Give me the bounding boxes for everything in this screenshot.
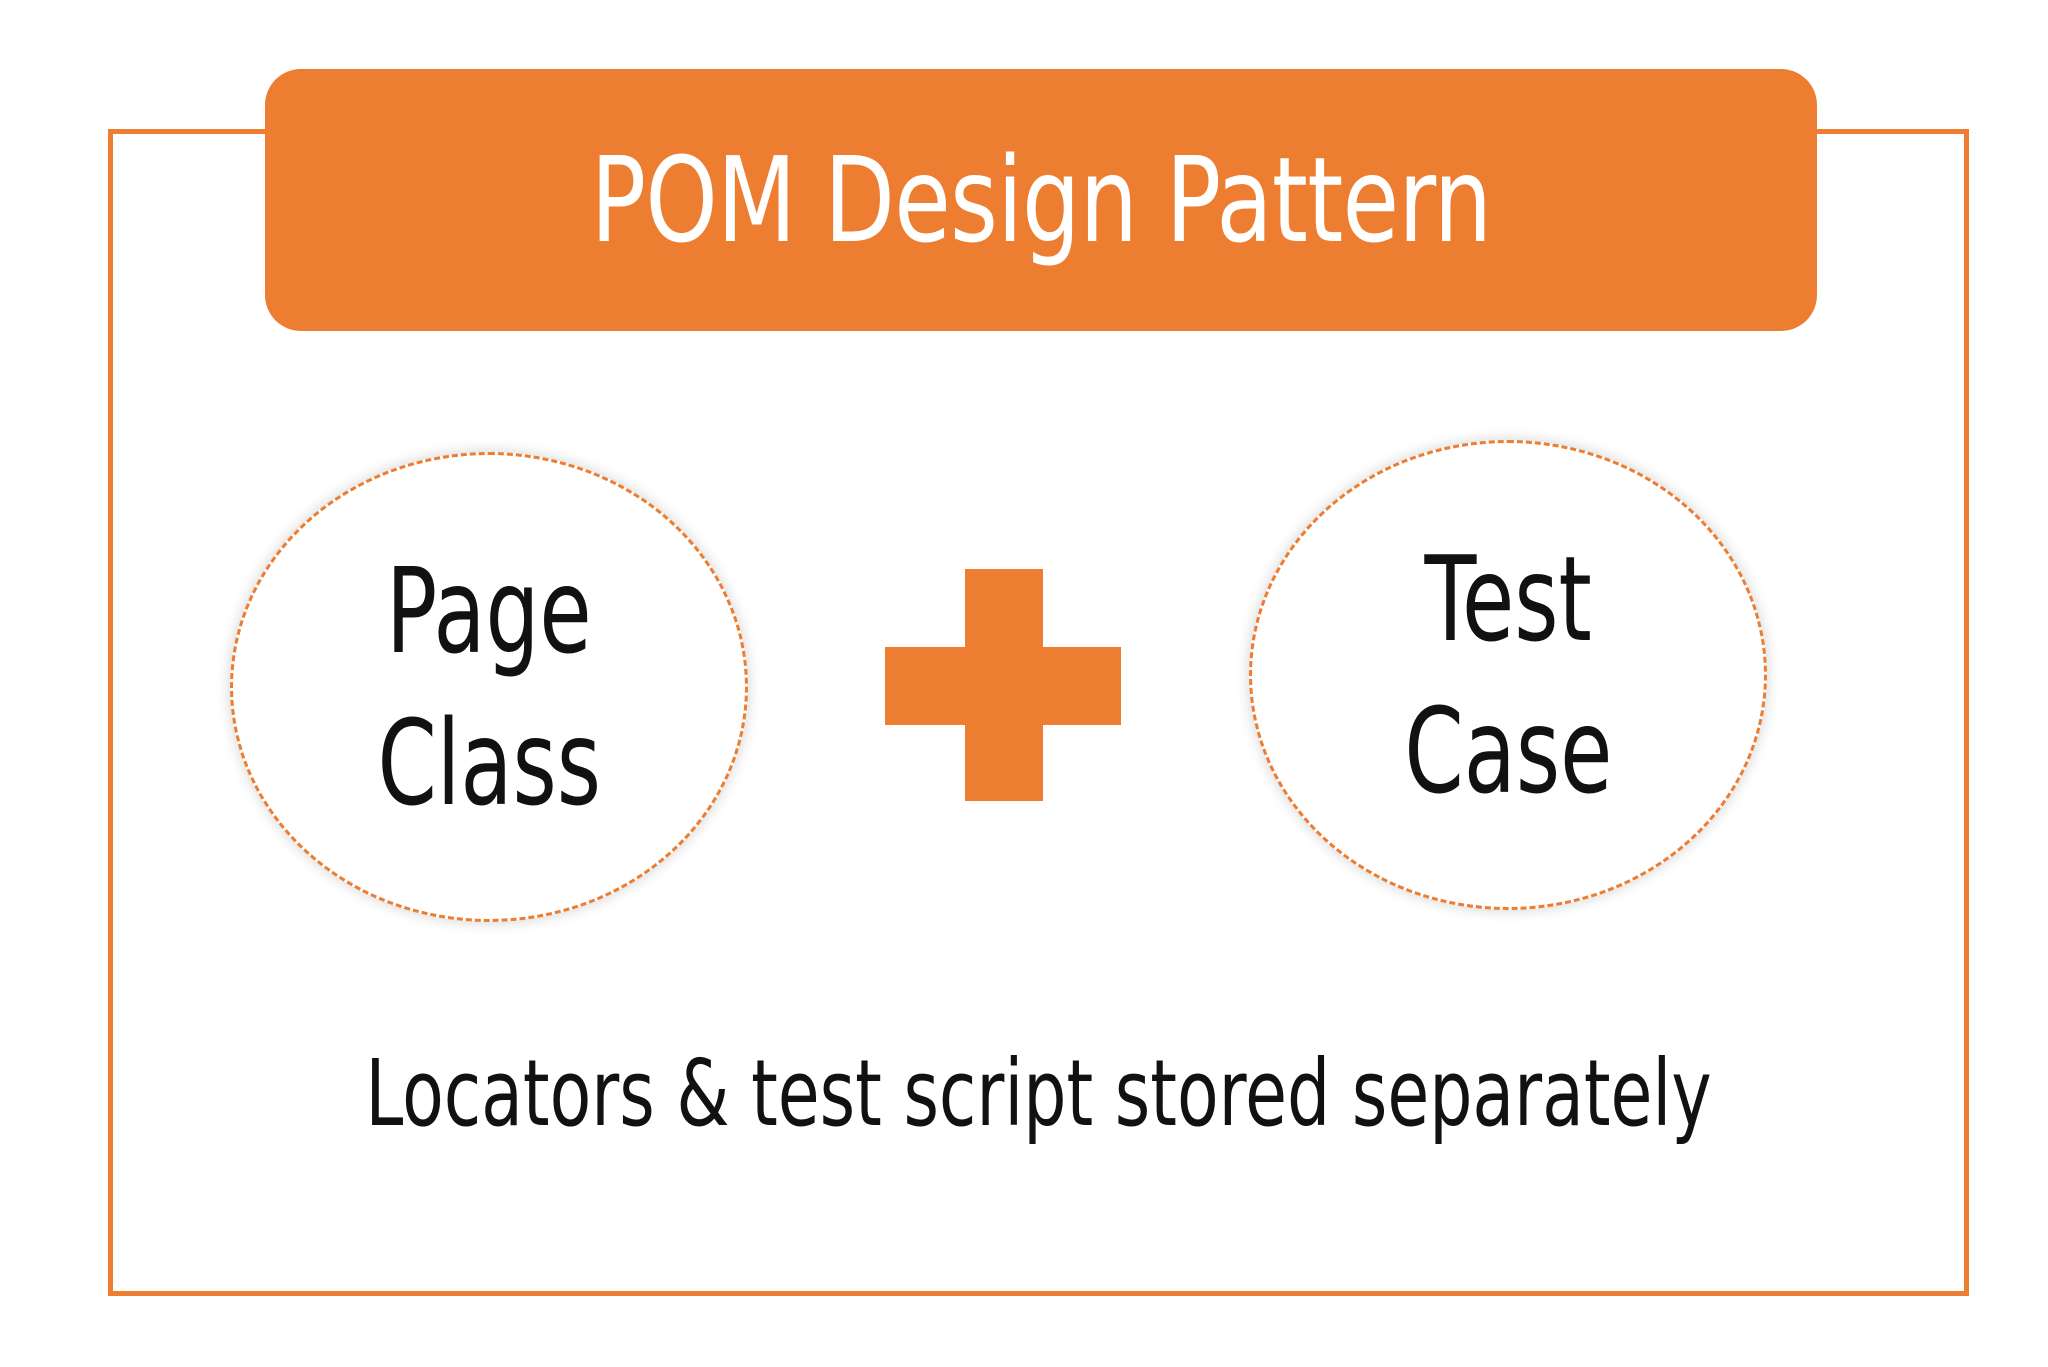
diagram-caption: Locators & test script stored separately	[365, 1040, 1712, 1147]
page-class-circle: Page Class	[230, 452, 748, 922]
test-case-label-line-1: Test	[1424, 530, 1592, 668]
plus-horizontal-bar	[885, 647, 1121, 725]
page-class-label-line-1: Page	[386, 542, 592, 680]
title-banner: POM Design Pattern	[265, 69, 1817, 331]
diagram-title: POM Design Pattern	[590, 131, 1493, 269]
page-class-label-line-2: Class	[377, 694, 601, 832]
plus-icon	[885, 569, 1121, 801]
test-case-label-line-2: Case	[1404, 682, 1612, 820]
test-case-circle: Test Case	[1249, 440, 1767, 910]
